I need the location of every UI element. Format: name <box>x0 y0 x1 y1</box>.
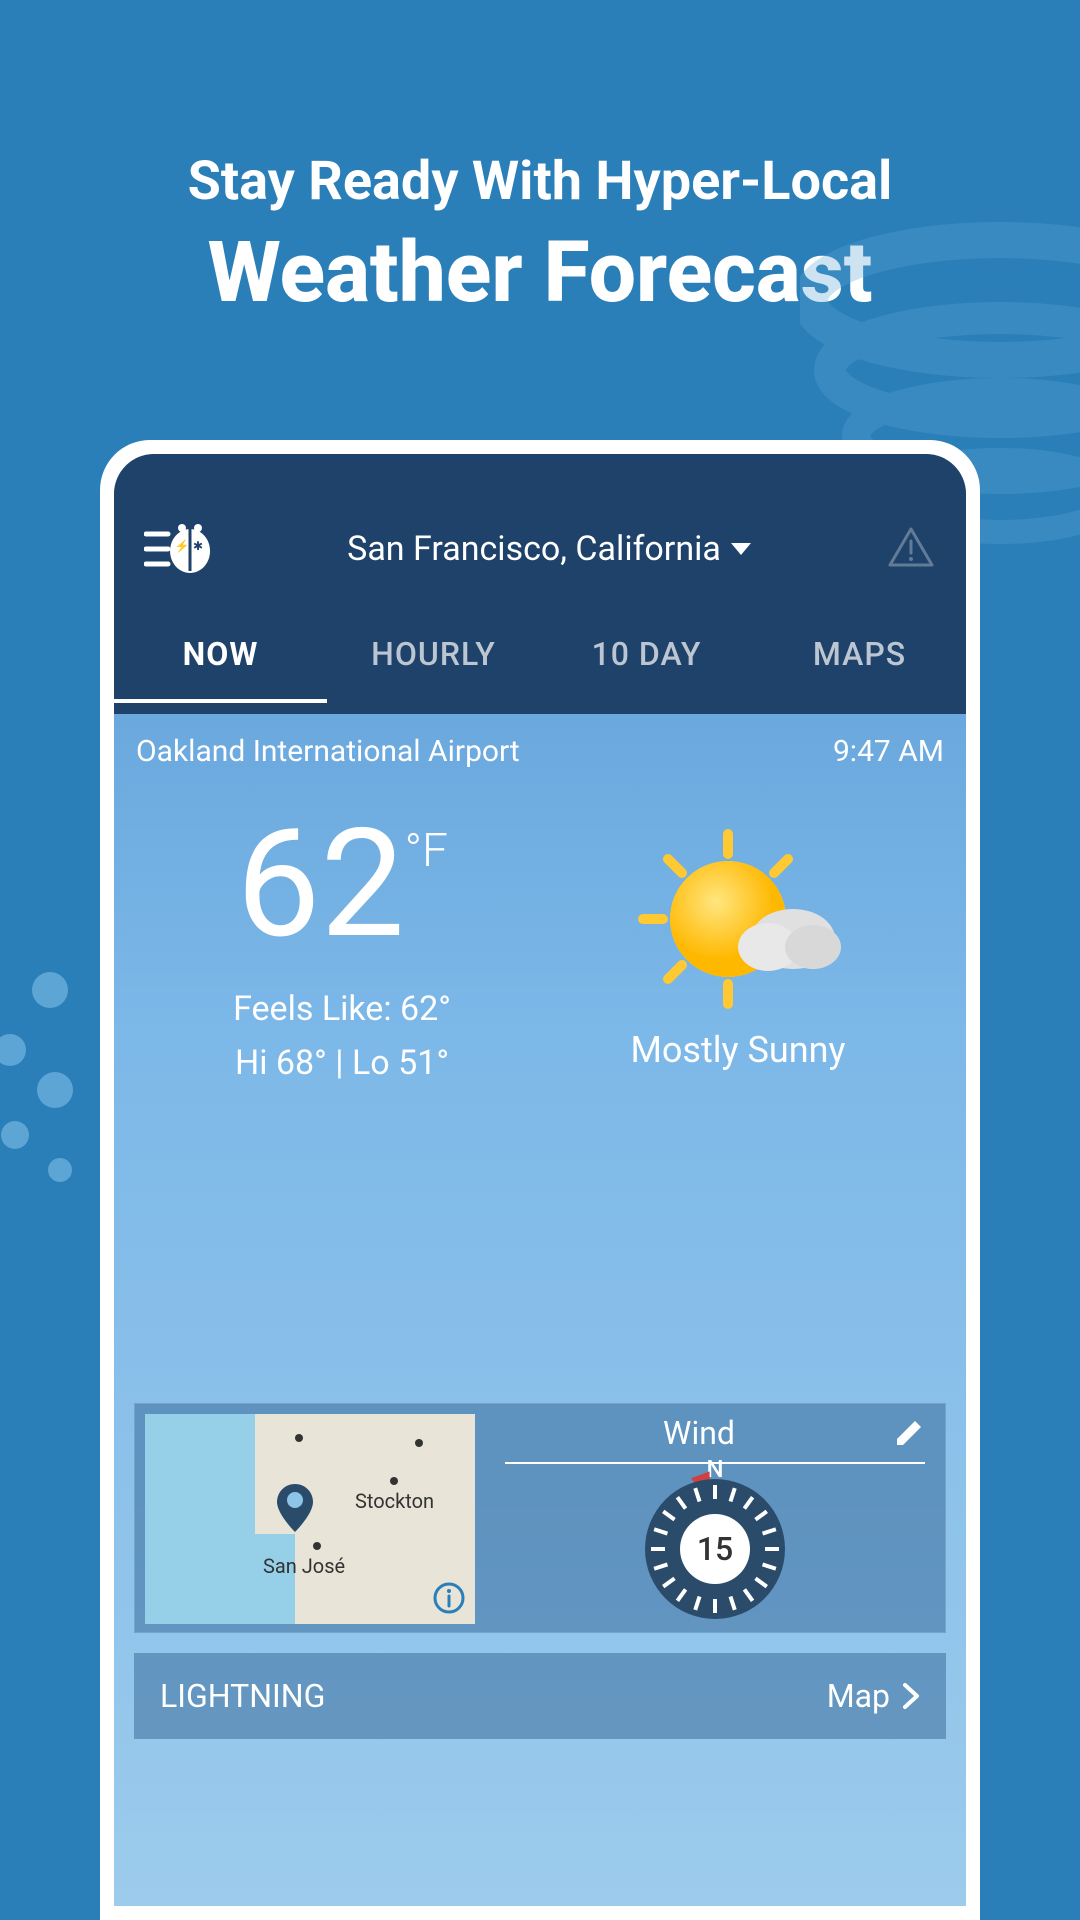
map-pin-icon <box>275 1482 315 1534</box>
location-select[interactable]: San Francisco, California <box>347 529 753 569</box>
wind-label: Wind <box>505 1414 893 1452</box>
wind-panel: Stockton San José Wind <box>134 1403 946 1633</box>
dropdown-icon <box>729 541 753 557</box>
lightning-label: LIGHTNING <box>160 1677 325 1715</box>
svg-text:✱: ✱ <box>193 539 203 553</box>
tab-now[interactable]: NOW <box>114 605 327 703</box>
tab-maps[interactable]: MAPS <box>753 605 966 703</box>
tabs: NOW HOURLY 10 DAY MAPS <box>114 594 966 714</box>
weather-condition-icon <box>628 819 848 1009</box>
alert-icon <box>886 525 936 569</box>
feels-like: Feels Like: 62° <box>144 989 540 1029</box>
wind-compass: N 15 <box>645 1479 785 1619</box>
main-weather: 62 °F Feels Like: 62° Hi 68° | Lo 51° <box>114 789 966 1123</box>
menu-button[interactable]: ⚡ ✱ <box>144 524 214 574</box>
lightning-action: Map <box>827 1677 890 1715</box>
hi-lo: Hi 68° | Lo 51° <box>144 1043 540 1083</box>
tab-hourly[interactable]: HOURLY <box>327 605 540 703</box>
nav-header: ⚡ ✱ San Francisco, California <box>114 454 966 714</box>
svg-text:⚡: ⚡ <box>175 539 190 553</box>
map-city-stockton: Stockton <box>355 1489 434 1513</box>
wind-speed: 15 <box>680 1514 750 1584</box>
phone-screen: ⚡ ✱ San Francisco, California <box>114 454 966 1906</box>
station-name: Oakland International Airport <box>136 734 520 769</box>
temp-unit: °F <box>405 824 448 878</box>
tab-10day[interactable]: 10 DAY <box>540 605 753 703</box>
bg-dots-decoration <box>0 970 110 1220</box>
map-thumbnail[interactable]: Stockton San José <box>145 1414 475 1624</box>
menu-icon: ⚡ ✱ <box>144 524 214 574</box>
location-text: San Francisco, California <box>347 529 721 569</box>
temp-value: 62 <box>236 809 405 959</box>
chevron-right-icon <box>902 1682 920 1710</box>
info-icon[interactable] <box>433 1582 465 1614</box>
alert-button[interactable] <box>886 525 936 573</box>
lightning-panel[interactable]: LIGHTNING Map <box>134 1653 946 1739</box>
edit-icon[interactable] <box>893 1417 925 1449</box>
phone-frame: ⚡ ✱ San Francisco, California <box>100 440 980 1920</box>
condition-text: Mostly Sunny <box>630 1029 845 1071</box>
map-city-sanjose: San José <box>263 1554 345 1578</box>
temperature: 62 °F <box>144 809 540 959</box>
station-row: Oakland International Airport 9:47 AM <box>114 714 966 789</box>
station-time: 9:47 AM <box>833 734 944 769</box>
